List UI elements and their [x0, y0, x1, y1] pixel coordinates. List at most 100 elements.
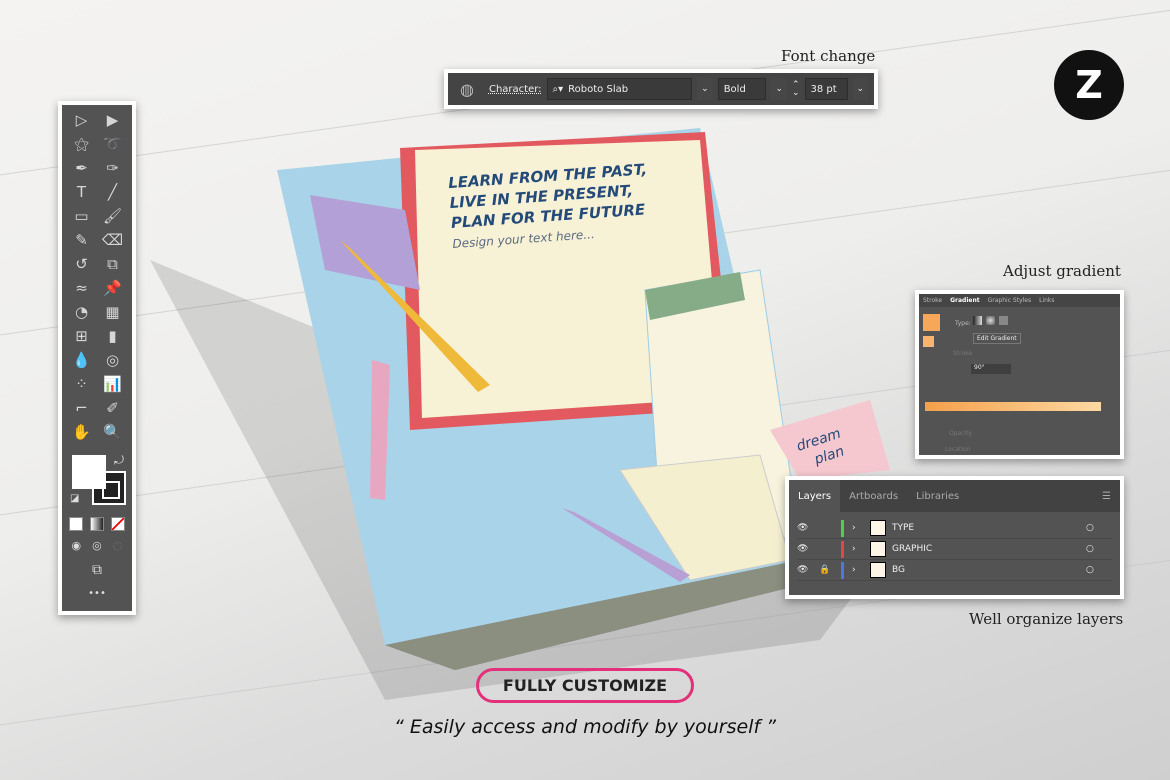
character-control-bar: ◍ Character: ⌕▾ Roboto Slab ⌄ Bold ⌄ ⌃ ⌄ 3… — [444, 69, 878, 109]
shaper-tool-icon[interactable]: ✎ — [66, 229, 97, 251]
eraser-tool-icon[interactable]: ⌫ — [97, 229, 128, 251]
paintbrush-tool-icon[interactable]: 🖌 — [97, 205, 128, 227]
tab-graphic-styles[interactable]: Graphic Styles — [988, 297, 1031, 304]
mesh-tool-icon[interactable]: ⊞ — [66, 325, 97, 347]
symbol-sprayer-tool-icon[interactable]: ⁘ — [66, 373, 97, 395]
layer-thumbnail — [870, 562, 886, 578]
radial-gradient-button[interactable] — [986, 316, 995, 325]
gradient-tool-icon[interactable]: ▮ — [97, 325, 128, 347]
target-circle-icon[interactable]: ○ — [1086, 523, 1112, 533]
magic-wand-tool-icon[interactable]: ⚝ — [66, 133, 97, 155]
label-well-organize: Well organize layers — [969, 610, 1124, 628]
draw-behind-icon[interactable]: ◎ — [92, 539, 102, 552]
gradient-mode-button[interactable] — [89, 517, 104, 531]
layer-name: BG — [892, 565, 905, 575]
target-circle-icon[interactable]: ○ — [1086, 544, 1112, 554]
layers-panel: Layers Artboards Libraries ☰ 👁 › TYPE ○ 👁 › GR… — [785, 476, 1124, 599]
layer-thumbnail — [870, 541, 886, 557]
panel-menu-icon[interactable]: ☰ — [1093, 480, 1120, 512]
layer-row[interactable]: 👁 › GRAPHIC ○ — [797, 539, 1112, 560]
layer-row[interactable]: 👁 › TYPE ○ — [797, 518, 1112, 539]
layer-color-bar — [841, 561, 844, 579]
type-tool-icon[interactable]: T — [66, 181, 97, 203]
chevron-down-icon[interactable]: ⌄ — [697, 78, 713, 100]
chevron-right-icon[interactable]: › — [852, 565, 870, 575]
tab-stroke[interactable]: Stroke — [923, 297, 942, 304]
fill-swatch[interactable] — [72, 455, 106, 489]
visibility-eye-icon[interactable]: 👁 — [797, 523, 819, 533]
chevron-right-icon[interactable]: › — [852, 544, 870, 554]
opacity-label: Opacity — [949, 430, 973, 437]
scale-tool-icon[interactable]: ⧉ — [97, 253, 128, 275]
blend-tool-icon[interactable]: ◎ — [97, 349, 128, 371]
hand-tool-icon[interactable]: ✋ — [66, 421, 97, 443]
tab-libraries[interactable]: Libraries — [907, 480, 968, 512]
zoom-tool-icon[interactable]: 🔍 — [97, 421, 128, 443]
chevron-right-icon[interactable]: › — [852, 523, 870, 533]
fully-customize-badge: FULLY CUSTOMIZE — [476, 668, 694, 703]
gradient-swatch[interactable] — [923, 314, 940, 331]
tools-panel: ▷ ▶ ⚝ ➰ ✒ ✑ T ╱ ▭ 🖌 ✎ ⌫ ↺ ⧉ ≈ 📌 ◔ ▦ ⊞ ▮ 💧 ◎ ⁘ 📊 ⌐ ✐ ✋ 🔍 ⤾ ◪ ◉ ◎ ◌ ⧉ •… — [58, 101, 136, 615]
pen-tool-icon[interactable]: ✒ — [66, 157, 97, 179]
line-tool-icon[interactable]: ╱ — [97, 181, 128, 203]
perspective-grid-tool-icon[interactable]: ▦ — [97, 301, 128, 323]
screen-mode-icon[interactable]: ⧉ — [66, 562, 128, 578]
gradient-slider[interactable] — [925, 402, 1101, 411]
font-style-value: Bold — [723, 83, 746, 95]
none-mode-button[interactable] — [110, 517, 125, 531]
edit-gradient-button[interactable]: Edit Gradient — [973, 333, 1021, 344]
size-stepper-icon[interactable]: ⌃ ⌄ — [792, 81, 800, 98]
location-label: Location — [945, 446, 971, 453]
gradient-panel: Stroke Gradient Graphic Styles Links Typ… — [915, 290, 1124, 459]
selection-tool-icon[interactable]: ▷ — [66, 109, 97, 131]
lasso-tool-icon[interactable]: ➰ — [97, 133, 128, 155]
linear-gradient-button[interactable] — [973, 316, 982, 325]
tab-layers[interactable]: Layers — [789, 480, 841, 512]
angle-value: 90° — [974, 364, 985, 371]
type-label: Type: — [955, 320, 971, 327]
freeform-gradient-button[interactable] — [999, 316, 1008, 325]
puppet-warp-tool-icon[interactable]: 📌 — [97, 277, 128, 299]
slice-tool-icon[interactable]: ✐ — [97, 397, 128, 419]
search-icon: ⌕▾ — [552, 83, 564, 95]
layer-name: TYPE — [892, 523, 915, 533]
tab-links[interactable]: Links — [1039, 297, 1054, 304]
label-adjust-gradient: Adjust gradient — [1003, 262, 1121, 280]
tab-artboards[interactable]: Artboards — [840, 480, 907, 512]
character-label[interactable]: Character: — [489, 84, 542, 95]
font-family-value: Roboto Slab — [568, 83, 629, 95]
fill-stroke-swatch[interactable] — [923, 336, 934, 347]
chevron-down-icon[interactable]: ⌄ — [852, 78, 869, 100]
layer-color-bar — [841, 540, 844, 558]
eyedropper-tool-icon[interactable]: 💧 — [66, 349, 97, 371]
layer-color-bar — [841, 519, 844, 537]
layer-row[interactable]: 👁 🔒 › BG ○ — [797, 560, 1112, 581]
swap-colors-icon[interactable]: ⤾ — [114, 453, 124, 468]
draw-normal-icon[interactable]: ◉ — [72, 539, 82, 552]
angle-input[interactable]: 90° — [971, 364, 1011, 374]
font-style-dropdown[interactable]: Bold — [717, 78, 767, 100]
warp-tool-icon[interactable]: ≈ — [66, 277, 97, 299]
font-family-dropdown[interactable]: ⌕▾ Roboto Slab — [546, 78, 693, 100]
target-circle-icon[interactable]: ○ — [1086, 565, 1112, 575]
more-tools-button[interactable]: ••• — [66, 588, 128, 599]
draw-inside-icon[interactable]: ◌ — [113, 539, 123, 552]
visibility-eye-icon[interactable]: 👁 — [797, 544, 819, 554]
layer-thumbnail — [870, 520, 886, 536]
visibility-eye-icon[interactable]: 👁 — [797, 565, 819, 575]
chevron-down-icon[interactable]: ⌄ — [771, 78, 787, 100]
rotate-tool-icon[interactable]: ↺ — [66, 253, 97, 275]
stroke-label: Stroke — [953, 350, 973, 357]
column-graph-tool-icon[interactable]: 📊 — [97, 373, 128, 395]
tab-gradient[interactable]: Gradient — [950, 297, 980, 304]
artboard-tool-icon[interactable]: ⌐ — [66, 397, 97, 419]
color-mode-button[interactable] — [69, 517, 84, 531]
font-size-input[interactable]: 38 pt — [804, 78, 848, 100]
direct-selection-tool-icon[interactable]: ▶ — [97, 109, 128, 131]
layer-name: GRAPHIC — [892, 544, 933, 554]
default-colors-icon[interactable]: ◪ — [70, 493, 79, 504]
lock-icon[interactable]: 🔒 — [819, 565, 841, 575]
rectangle-tool-icon[interactable]: ▭ — [66, 205, 97, 227]
shape-builder-tool-icon[interactable]: ◔ — [66, 301, 97, 323]
curvature-tool-icon[interactable]: ✑ — [97, 157, 128, 179]
